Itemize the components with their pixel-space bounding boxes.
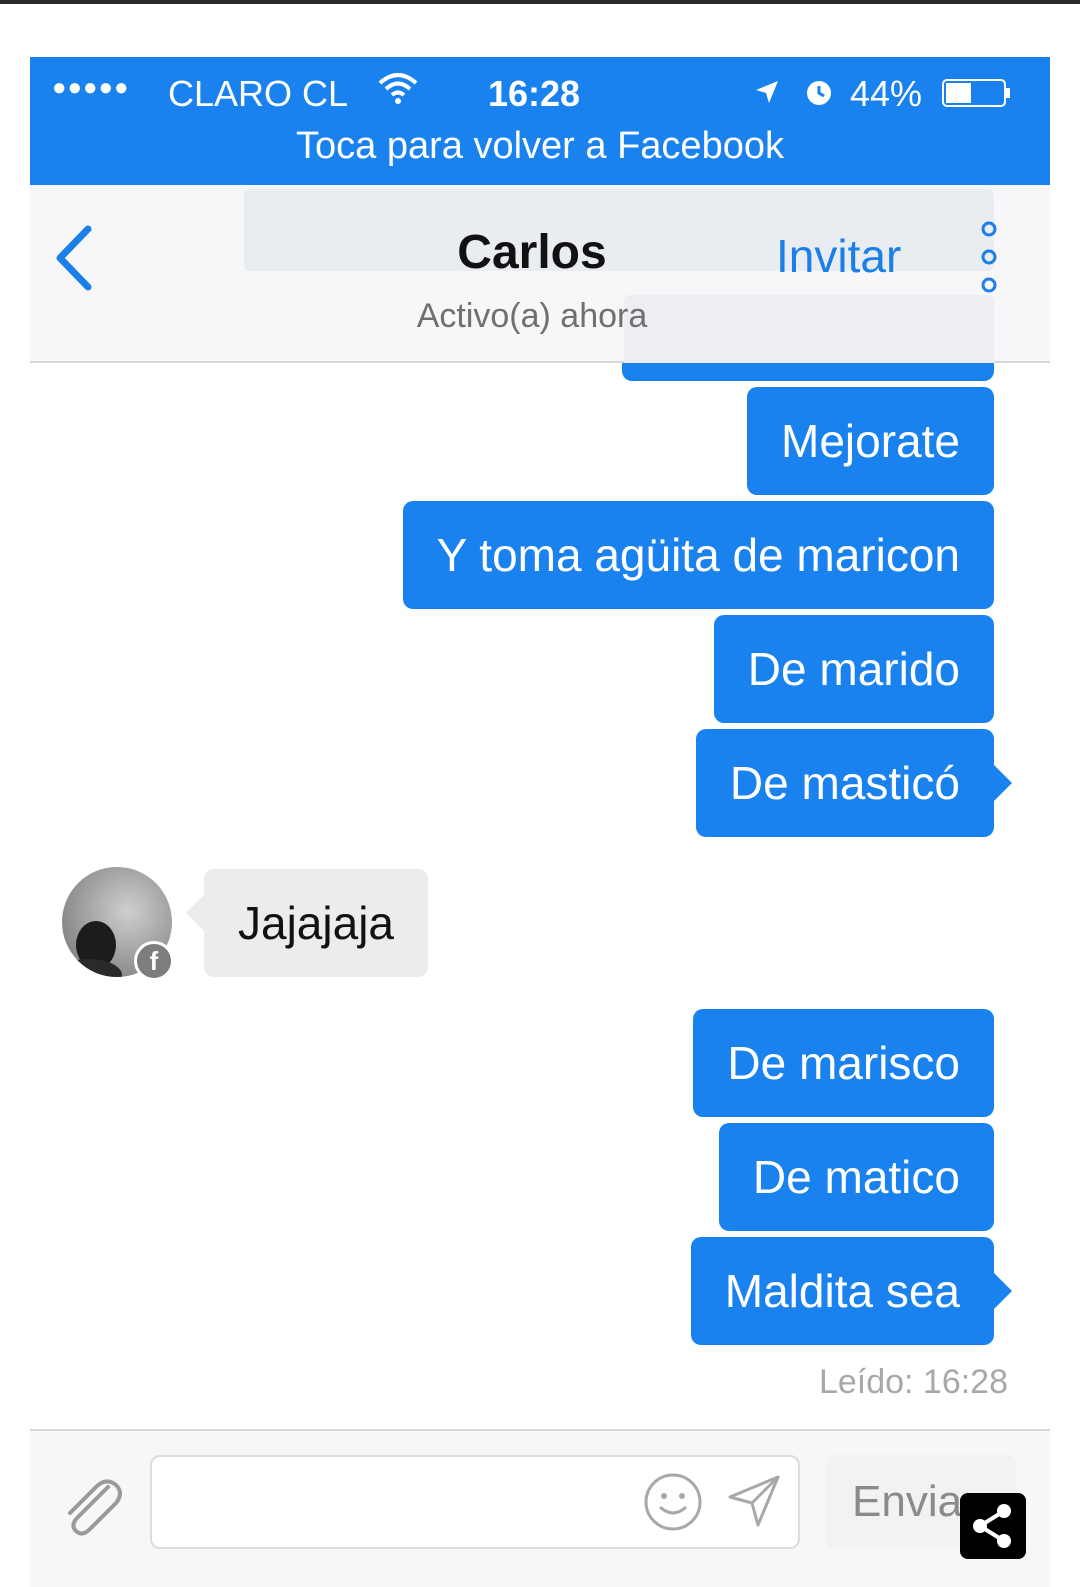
- outgoing-message[interactable]: De marisco: [693, 1009, 994, 1117]
- emoji-icon[interactable]: [642, 1471, 704, 1533]
- location-send-icon[interactable]: [726, 1473, 782, 1529]
- phone-screen: ●●●●● CLARO CL 16:28 44% Toca para volve…: [30, 57, 1050, 1587]
- alarm-icon: [807, 81, 831, 105]
- outgoing-message[interactable]: De marido: [713, 615, 994, 723]
- message-composer: Envia: [30, 1429, 1050, 1587]
- outgoing-message[interactable]: De masticó: [695, 729, 994, 837]
- conversation-header: Carlos Activo(a) ahora Invitar: [30, 185, 1050, 379]
- incoming-message[interactable]: Jajajaja: [204, 869, 428, 977]
- status-bar[interactable]: ●●●●● CLARO CL 16:28 44% Toca para volve…: [30, 57, 1050, 185]
- read-receipt: Leído: 16:28: [818, 1363, 1008, 1401]
- outgoing-message[interactable]: Mejorate: [747, 387, 994, 495]
- outgoing-message[interactable]: Y toma agüita de maricon: [402, 501, 994, 609]
- battery-percentage: 44%: [850, 73, 923, 114]
- battery-icon: [942, 79, 1010, 107]
- outgoing-message[interactable]: Maldita sea: [690, 1237, 994, 1345]
- message-bubble-partial: [622, 363, 994, 381]
- invite-button[interactable]: Invitar: [776, 229, 901, 283]
- vertical-dots-icon[interactable]: [976, 219, 1002, 299]
- carrier-name: CLARO CL: [168, 73, 349, 114]
- status-row: ●●●●● CLARO CL 16:28 44%: [30, 69, 1050, 115]
- bubble-tail: [992, 1271, 1012, 1311]
- top-border: [0, 0, 1080, 4]
- outgoing-message[interactable]: De matico: [718, 1123, 994, 1231]
- facebook-badge-icon: f: [134, 941, 174, 981]
- bubble-tail: [186, 893, 206, 933]
- message-thread[interactable]: Mejorate Y toma agüita de maricon De mar…: [30, 363, 1050, 1431]
- signal-strength-icon: ●●●●●: [52, 74, 130, 101]
- return-to-facebook-banner[interactable]: Toca para volver a Facebook: [30, 125, 1050, 168]
- wifi-icon: [378, 73, 418, 104]
- active-status: Activo(a) ahora: [416, 297, 648, 335]
- status-time: 16:28: [488, 73, 581, 114]
- bubble-tail: [992, 763, 1012, 803]
- paperclip-icon[interactable]: [56, 1471, 126, 1541]
- share-icon[interactable]: [960, 1493, 1026, 1559]
- location-arrow-icon: [756, 81, 778, 103]
